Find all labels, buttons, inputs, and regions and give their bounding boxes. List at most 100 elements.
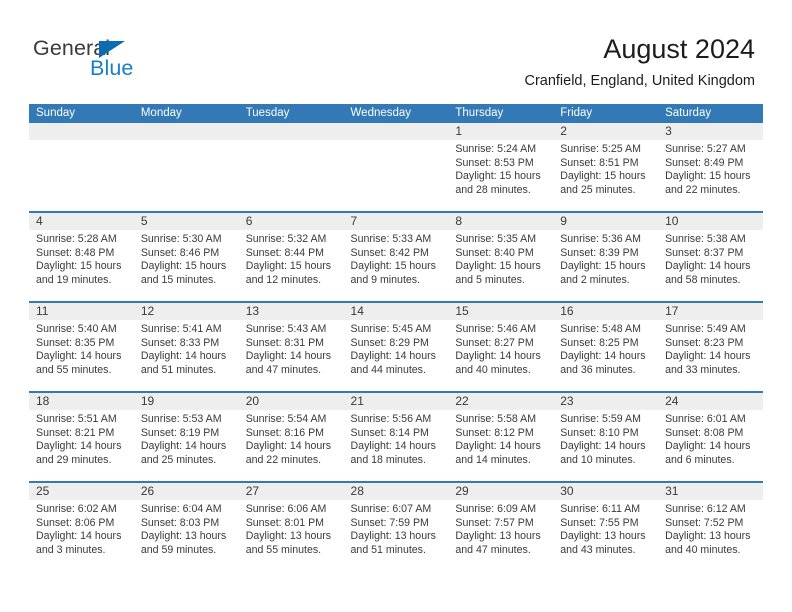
day-cell[interactable] <box>133 140 239 212</box>
day-cell[interactable]: Sunrise: 5:56 AM Sunset: 8:14 PM Dayligh… <box>343 410 449 482</box>
day-number[interactable]: 7 <box>343 211 449 230</box>
daylight-text-line1: Daylight: 14 hours <box>665 440 751 453</box>
day-number[interactable] <box>343 123 449 140</box>
day-number[interactable]: 8 <box>448 211 554 230</box>
day-cell[interactable]: Sunrise: 5:45 AM Sunset: 8:29 PM Dayligh… <box>343 320 449 392</box>
day-number[interactable]: 21 <box>343 391 449 410</box>
day-cell[interactable]: Sunrise: 5:51 AM Sunset: 8:21 PM Dayligh… <box>29 410 134 482</box>
daylight-text-line1: Daylight: 15 hours <box>455 260 541 273</box>
day-number[interactable] <box>29 123 134 140</box>
day-cell[interactable]: Sunrise: 5:53 AM Sunset: 8:19 PM Dayligh… <box>133 410 239 482</box>
day-cell[interactable]: Sunrise: 6:12 AM Sunset: 7:52 PM Dayligh… <box>658 500 763 572</box>
day-cell[interactable] <box>343 140 449 212</box>
day-number[interactable]: 12 <box>133 301 239 320</box>
sunrise-text: Sunrise: 5:59 AM <box>560 413 641 425</box>
day-number[interactable]: 20 <box>238 391 344 410</box>
sunset-text: Sunset: 8:33 PM <box>140 336 220 349</box>
day-number[interactable]: 25 <box>29 481 134 500</box>
sunset-text: Sunset: 8:21 PM <box>36 426 115 439</box>
day-number[interactable]: 1 <box>448 123 554 140</box>
day-cell[interactable]: Sunrise: 5:46 AM Sunset: 8:27 PM Dayligh… <box>448 320 554 392</box>
day-cell[interactable]: Sunrise: 5:54 AM Sunset: 8:16 PM Dayligh… <box>238 410 344 482</box>
day-number[interactable]: 29 <box>448 481 554 500</box>
sunrise-text: Sunrise: 5:51 AM <box>36 413 117 425</box>
daylight-text-line1: Daylight: 14 hours <box>140 350 227 363</box>
day-number[interactable]: 2 <box>553 123 659 140</box>
sunrise-text: Sunrise: 5:56 AM <box>350 413 432 425</box>
day-cell[interactable]: Sunrise: 5:40 AM Sunset: 8:35 PM Dayligh… <box>29 320 134 392</box>
day-number[interactable]: 17 <box>658 301 763 320</box>
day-cell[interactable]: Sunrise: 5:25 AM Sunset: 8:51 PM Dayligh… <box>553 140 659 212</box>
week-row: 25 26 27 28 29 30 31 Sunrise: 6:02 AM Su… <box>29 481 763 572</box>
sunset-text: Sunset: 8:19 PM <box>140 426 220 439</box>
daylight-text-line1: Daylight: 14 hours <box>36 350 122 363</box>
day-number[interactable] <box>238 123 344 140</box>
day-number[interactable]: 15 <box>448 301 554 320</box>
day-cell[interactable]: Sunrise: 5:30 AM Sunset: 8:46 PM Dayligh… <box>133 230 239 302</box>
day-number[interactable]: 28 <box>343 481 449 500</box>
day-cell[interactable]: Sunrise: 6:11 AM Sunset: 7:55 PM Dayligh… <box>553 500 659 572</box>
day-number[interactable] <box>133 123 239 140</box>
day-cell[interactable]: Sunrise: 6:01 AM Sunset: 8:08 PM Dayligh… <box>658 410 763 482</box>
day-cell[interactable]: Sunrise: 5:27 AM Sunset: 8:49 PM Dayligh… <box>658 140 763 212</box>
day-number[interactable]: 6 <box>238 211 344 230</box>
daylight-text-line2: and 43 minutes. <box>560 543 636 556</box>
general-blue-logo[interactable]: General Blue <box>33 36 233 86</box>
daylight-text-line1: Daylight: 13 hours <box>140 530 227 543</box>
day-cell[interactable] <box>238 140 344 212</box>
day-number[interactable]: 23 <box>553 391 659 410</box>
daylight-text-line2: and 29 minutes. <box>36 453 112 466</box>
day-number[interactable]: 5 <box>133 211 239 230</box>
day-cell[interactable]: Sunrise: 5:28 AM Sunset: 8:48 PM Dayligh… <box>29 230 134 302</box>
daylight-text-line1: Daylight: 14 hours <box>36 440 122 453</box>
day-number[interactable]: 13 <box>238 301 344 320</box>
day-cell[interactable]: Sunrise: 6:02 AM Sunset: 8:06 PM Dayligh… <box>29 500 134 572</box>
day-number[interactable]: 14 <box>343 301 449 320</box>
sunset-text: Sunset: 8:01 PM <box>245 516 325 529</box>
day-number[interactable]: 19 <box>133 391 239 410</box>
sunrise-text: Sunrise: 6:06 AM <box>245 503 327 515</box>
sunrise-text: Sunrise: 5:36 AM <box>560 233 641 245</box>
day-cell[interactable]: Sunrise: 6:09 AM Sunset: 7:57 PM Dayligh… <box>448 500 554 572</box>
day-number[interactable]: 27 <box>238 481 344 500</box>
sunset-text: Sunset: 8:16 PM <box>245 426 325 439</box>
day-number[interactable]: 4 <box>29 211 134 230</box>
day-cell[interactable]: Sunrise: 6:07 AM Sunset: 7:59 PM Dayligh… <box>343 500 449 572</box>
day-number[interactable]: 24 <box>658 391 763 410</box>
day-number[interactable]: 16 <box>553 301 659 320</box>
day-number[interactable]: 10 <box>658 211 763 230</box>
day-cell[interactable]: Sunrise: 5:36 AM Sunset: 8:39 PM Dayligh… <box>553 230 659 302</box>
daylight-text-line1: Daylight: 15 hours <box>245 260 332 273</box>
day-number[interactable]: 18 <box>29 391 134 410</box>
day-cell[interactable]: Sunrise: 5:43 AM Sunset: 8:31 PM Dayligh… <box>238 320 344 392</box>
day-number[interactable]: 3 <box>658 123 763 140</box>
day-cell[interactable]: Sunrise: 5:32 AM Sunset: 8:44 PM Dayligh… <box>238 230 344 302</box>
day-cell[interactable]: Sunrise: 5:48 AM Sunset: 8:25 PM Dayligh… <box>553 320 659 392</box>
week-row: 1 2 3 Sunrise: 5:24 AM Sunset: 8:53 PM D… <box>29 123 763 212</box>
day-cell[interactable]: Sunrise: 5:24 AM Sunset: 8:53 PM Dayligh… <box>448 140 554 212</box>
sunrise-text: Sunrise: 5:58 AM <box>455 413 537 425</box>
daylight-text-line1: Daylight: 14 hours <box>560 440 646 453</box>
day-cell[interactable]: Sunrise: 5:58 AM Sunset: 8:12 PM Dayligh… <box>448 410 554 482</box>
sunset-text: Sunset: 8:06 PM <box>36 516 115 529</box>
day-cell[interactable]: Sunrise: 5:49 AM Sunset: 8:23 PM Dayligh… <box>658 320 763 392</box>
day-number[interactable]: 22 <box>448 391 554 410</box>
day-cell[interactable]: Sunrise: 6:04 AM Sunset: 8:03 PM Dayligh… <box>133 500 239 572</box>
day-cell[interactable]: Sunrise: 6:06 AM Sunset: 8:01 PM Dayligh… <box>238 500 344 572</box>
daylight-text-line2: and 10 minutes. <box>560 453 636 466</box>
daylight-text-line2: and 40 minutes. <box>455 363 531 376</box>
day-number[interactable]: 31 <box>658 481 763 500</box>
day-cell[interactable]: Sunrise: 5:41 AM Sunset: 8:33 PM Dayligh… <box>133 320 239 392</box>
day-number[interactable]: 26 <box>133 481 239 500</box>
day-cell[interactable]: Sunrise: 5:35 AM Sunset: 8:40 PM Dayligh… <box>448 230 554 302</box>
day-number[interactable]: 30 <box>553 481 659 500</box>
daylight-text-line1: Daylight: 15 hours <box>455 170 541 183</box>
day-cell[interactable] <box>29 140 134 212</box>
day-cell[interactable]: Sunrise: 5:59 AM Sunset: 8:10 PM Dayligh… <box>553 410 659 482</box>
day-number[interactable]: 11 <box>29 301 134 320</box>
day-cell[interactable]: Sunrise: 5:33 AM Sunset: 8:42 PM Dayligh… <box>343 230 449 302</box>
day-cell[interactable]: Sunrise: 5:38 AM Sunset: 8:37 PM Dayligh… <box>658 230 763 302</box>
day-number[interactable]: 9 <box>553 211 659 230</box>
weekday-header-monday: Monday <box>133 104 239 123</box>
sunset-text: Sunset: 8:53 PM <box>455 156 534 169</box>
